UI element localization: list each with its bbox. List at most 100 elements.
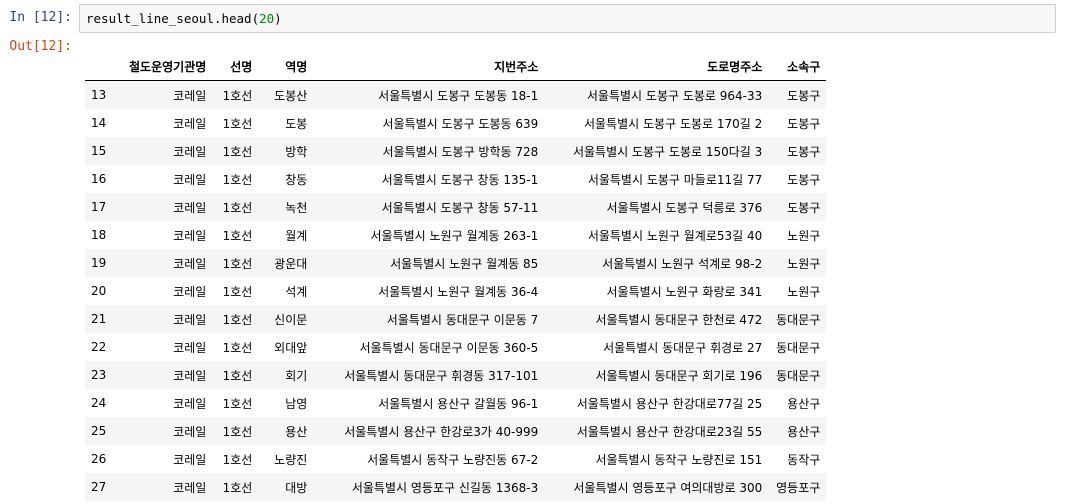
lot-address-cell: 서울특별시 동대문구 휘경동 317-101 [344,368,539,383]
road-address-cell: 서울특별시 도봉구 도봉로 170길 2 [584,116,763,131]
input-prompt: In [12]: [9,10,72,25]
lot-address-cell: 서울특별시 동대문구 이문동 7 [386,312,539,327]
row-index: 16 [91,172,107,186]
district-cell: 노원구 [787,228,821,243]
road-address-cell: 서울특별시 영등포구 여의대방로 300 [573,480,763,495]
table-row: 17 코레일 1호선 녹천 서울특별시 도봉구 창동 57-11 서울특별시 도봉구 덕릉… [85,193,827,221]
station-cell: 창동 [285,172,308,187]
district-header: 소속구 [768,52,827,81]
lot-address-cell: 서울특별시 도봉구 도봉동 639 [382,116,539,131]
output-prompt: Out[12]: [9,39,72,54]
lot-address-cell: 서울특별시 영등포구 신길동 1368-3 [351,480,539,495]
table-row: 22 코레일 1호선 외대앞 서울특별시 동대문구 이문동 360-5 서울특별시 동대문… [85,333,827,361]
lot-address-cell: 서울특별시 노원구 월계동 36-4 [378,284,539,299]
station-cell: 용산 [285,424,308,439]
road-address-cell: 서울특별시 노원구 화랑로 341 [606,284,763,299]
operator-cell: 코레일 [173,256,207,271]
line-cell: 1호선 [222,396,253,411]
line-cell: 1호선 [222,256,253,271]
operator-cell: 코레일 [173,312,207,327]
row-index: 18 [91,228,107,242]
road-address-cell: 서울특별시 도봉구 도봉로 150다길 3 [572,144,763,159]
line-cell: 1호선 [222,88,253,103]
lot-address-cell: 서울특별시 도봉구 방학동 728 [382,144,539,159]
road-address-cell: 서울특별시 도봉구 마들로11길 77 [587,172,763,187]
row-index: 15 [91,144,107,158]
district-cell: 동대문구 [776,312,821,327]
operator-cell: 코레일 [173,368,207,383]
district-cell: 도봉구 [787,116,821,131]
station-cell: 대방 [285,480,308,495]
table-row: 24 코레일 1호선 남영 서울특별시 용산구 갈월동 96-1 서울특별시 용산구 한강… [85,389,827,417]
operator-cell: 코레일 [173,452,207,467]
station-header: 역명 [258,52,314,81]
line-cell: 1호선 [222,228,253,243]
road-address-cell: 서울특별시 도봉구 덕릉로 376 [606,200,763,215]
table-body: 13 코레일 1호선 도봉산 서울특별시 도봉구 도봉동 18-1 서울특별시 도봉구 도… [85,80,827,501]
row-index: 20 [91,284,107,298]
district-cell: 동작구 [787,452,821,467]
road-address-header: 도로명주소 [544,52,769,81]
line-cell: 1호선 [222,284,253,299]
line-cell: 1호선 [222,452,253,467]
district-cell: 노원구 [787,284,821,299]
road-address-cell: 서울특별시 노원구 석계로 98-2 [602,256,763,271]
table-row: 25 코레일 1호선 용산 서울특별시 용산구 한강로3가 40-999 서울특별시 용산… [85,417,827,445]
table-row: 16 코레일 1호선 창동 서울특별시 도봉구 창동 135-1 서울특별시 도봉구 마들… [85,165,827,193]
station-cell: 석계 [285,284,308,299]
lot-address-cell: 서울특별시 동작구 노량진동 67-2 [367,452,539,467]
operator-cell: 코레일 [173,144,207,159]
table-row: 23 코레일 1호선 회기 서울특별시 동대문구 휘경동 317-101 서울특별시 동대… [85,361,827,389]
operator-cell: 코레일 [173,88,207,103]
row-index: 22 [91,340,107,354]
line-cell: 1호선 [222,312,253,327]
lot-address-cell: 서울특별시 용산구 한강로3가 40-999 [344,424,539,439]
lot-address-cell: 서울특별시 용산구 갈월동 96-1 [378,396,539,411]
district-cell: 도봉구 [787,144,821,159]
table-row: 15 코레일 1호선 방학 서울특별시 도봉구 방학동 728 서울특별시 도봉구 도봉로… [85,137,827,165]
station-cell: 녹천 [285,200,308,215]
table-row: 21 코레일 1호선 신이문 서울특별시 동대문구 이문동 7 서울특별시 동대문구 한천… [85,305,827,333]
station-cell: 방학 [285,144,308,159]
operator-cell: 코레일 [173,116,207,131]
table-row: 14 코레일 1호선 도봉 서울특별시 도봉구 도봉동 639 서울특별시 도봉구 도봉로… [85,109,827,137]
road-address-cell: 서울특별시 도봉구 도봉로 964-33 [586,88,763,103]
road-address-cell: 서울특별시 동대문구 휘경로 27 [603,340,763,355]
station-cell: 남영 [285,396,308,411]
line-cell: 1호선 [222,480,253,495]
district-cell: 동대문구 [776,368,821,383]
code-call: result_line_seoul.head( [86,11,260,26]
operator-cell: 코레일 [173,424,207,439]
table-row: 19 코레일 1호선 광운대 서울특별시 노원구 월계동 85 서울특별시 노원구 석계로… [85,249,827,277]
district-cell: 도봉구 [787,88,821,103]
district-cell: 도봉구 [787,200,821,215]
district-cell: 노원구 [787,256,821,271]
road-address-cell: 서울특별시 동대문구 한천로 472 [595,312,763,327]
table-row: 26 코레일 1호선 노량진 서울특별시 동작구 노량진동 67-2 서울특별시 동작구 … [85,445,827,473]
line-cell: 1호선 [222,116,253,131]
table-row: 20 코레일 1호선 석계 서울특별시 노원구 월계동 36-4 서울특별시 노원구 화랑… [85,277,827,305]
line-cell: 1호선 [222,424,253,439]
operator-cell: 코레일 [173,340,207,355]
road-address-cell: 서울특별시 노원구 월계로53길 40 [587,228,763,243]
station-cell: 광운대 [274,256,308,271]
line-cell: 1호선 [222,368,253,383]
code-input-cell[interactable]: result_line_seoul.head(20) [79,4,1056,33]
road-address-cell: 서울특별시 동작구 노량진로 151 [595,452,763,467]
station-cell: 도봉산 [274,88,308,103]
operator-cell: 코레일 [173,480,207,495]
lot-address-cell: 서울특별시 도봉구 도봉동 18-1 [378,88,539,103]
line-cell: 1호선 [222,172,253,187]
row-index: 13 [91,88,107,102]
operator-cell: 코레일 [173,200,207,215]
operator-cell: 코레일 [173,228,207,243]
district-cell: 영등포구 [776,480,821,495]
line-cell: 1호선 [222,144,253,159]
lot-address-cell: 서울특별시 도봉구 창동 57-11 [381,200,539,215]
road-address-cell: 서울특별시 용산구 한강대로77길 25 [576,396,763,411]
operator-header: 철도운영기관명 [123,52,213,81]
operator-cell: 코레일 [173,172,207,187]
station-cell: 월계 [285,228,308,243]
row-index: 19 [91,256,107,270]
station-cell: 외대앞 [274,340,308,355]
